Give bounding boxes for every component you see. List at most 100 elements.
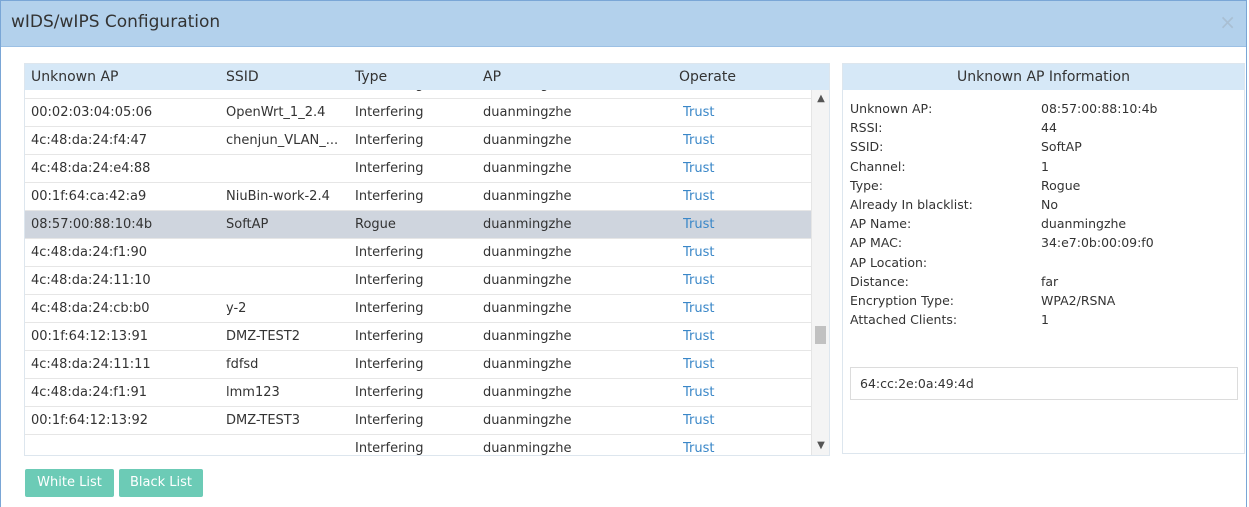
cell-unknown-ap: 4c:48:da:24:e4:88 — [31, 161, 151, 176]
cell-ap: duanmingzhe — [483, 217, 572, 232]
cell-unknown-ap: 00:02:03:04:05:06 — [31, 105, 153, 120]
table-row[interactable]: 00:1f:64:12:13:91 DMZ-TEST2 Interfering dua… — [25, 323, 811, 351]
cell-ssid: OpenWrt_1_2.4 — [226, 105, 326, 120]
cell-ssid: chenjun_VLAN_... — [226, 133, 339, 148]
trust-link[interactable]: Trust — [683, 413, 743, 428]
column-header-ap[interactable]: AP — [483, 69, 501, 85]
info-field-value: 44 — [1041, 120, 1057, 136]
table-row[interactable]: Interfering duanmingzhe Trust — [25, 435, 811, 455]
cell-ssid: y-2 — [226, 301, 247, 316]
cell-unknown-ap: 4c:48:da:24:e4:81 — [31, 90, 221, 92]
trust-link[interactable]: Trust — [683, 133, 743, 148]
cell-type: Interfering — [355, 245, 424, 260]
trust-link[interactable]: Trust — [683, 273, 743, 288]
table-row[interactable]: 4c:48:da:24:e4:88 Interfering duanmingzhe T… — [25, 155, 811, 183]
info-field: SSID: SoftAP — [850, 139, 1240, 159]
table-row[interactable]: 4c:48:da:24:f1:91 lmm123 Interfering duanmi… — [25, 379, 811, 407]
cell-unknown-ap: 4c:48:da:24:f1:91 — [31, 385, 148, 400]
info-field-label: AP Location: — [850, 254, 928, 270]
cell-ap: duanmingzhe — [483, 329, 572, 344]
column-header-ssid[interactable]: SSID — [226, 69, 259, 85]
cell-type: Interfering — [355, 329, 424, 344]
table-row[interactable]: 4c:48:da:24:f4:47 chenjun_VLAN_... Interfe… — [25, 127, 811, 155]
trust-link[interactable]: Trust — [683, 105, 743, 120]
info-field-label: Attached Clients: — [850, 312, 958, 328]
info-field-label: SSID: — [850, 139, 884, 155]
trust-link[interactable]: Trust — [683, 329, 743, 344]
table-header: Unknown AP SSID Type AP Operate — [25, 64, 829, 90]
cell-unknown-ap: 00:1f:64:ca:42:a9 — [31, 189, 147, 204]
info-panel-title: Unknown AP Information — [843, 64, 1244, 90]
cell-ssid: DMZ-TEST2 — [226, 329, 301, 344]
cell-type: Interfering — [355, 90, 475, 92]
info-field-value: 08:57:00:88:10:4b — [1041, 101, 1158, 116]
trust-link[interactable]: Trust — [683, 90, 743, 92]
cell-unknown-ap: 00:1f:64:12:13:92 — [31, 413, 148, 428]
cell-unknown-ap: 4c:48:da:24:f4:47 — [31, 133, 148, 148]
trust-link[interactable]: Trust — [683, 357, 743, 372]
scroll-down-icon[interactable]: ▼ — [815, 441, 827, 451]
attached-clients-list: 64:cc:2e:0a:49:4d — [850, 367, 1238, 400]
info-field: Attached Clients: 1 — [850, 312, 1240, 332]
scrollbar-thumb[interactable] — [815, 326, 826, 344]
table-row[interactable]: 00:02:03:04:05:06 OpenWrt_1_2.4 Interferin… — [25, 99, 811, 127]
info-field-value: 1 — [1041, 312, 1049, 328]
cell-ap: duanmingzhe — [483, 189, 572, 204]
table-row[interactable]: 4c:48:da:24:11:11 fdfsd Interfering duanmin… — [25, 351, 811, 379]
table-row[interactable]: 4c:48:da:24:cb:b0 y-2 Interfering duanmingz… — [25, 295, 811, 323]
cell-ap: duanmingzhe — [483, 385, 572, 400]
cell-unknown-ap: 08:57:00:88:10:4b — [31, 217, 153, 232]
trust-link[interactable]: Trust — [683, 245, 743, 260]
info-field-value: 34:e7:0b:00:09:f0 — [1041, 235, 1154, 251]
cell-ap: duanmingzhe — [483, 301, 572, 316]
info-field-label: Distance: — [850, 273, 909, 289]
info-field-value: No — [1041, 197, 1058, 212]
unknown-ap-info-panel: Unknown AP Information Unknown AP: 08:57:… — [842, 63, 1245, 454]
info-field-label: Channel: — [850, 158, 906, 174]
white-list-button[interactable]: White List — [25, 469, 114, 497]
close-icon[interactable]: × — [1219, 10, 1236, 34]
table-row[interactable]: 4c:48:da:24:e4:81 Interfering duanmingzhe T… — [25, 90, 811, 99]
table-row[interactable]: 4c:48:da:24:f1:90 Interfering duanmingzhe T… — [25, 239, 811, 267]
info-field-value: Rogue — [1041, 177, 1081, 193]
info-field: Channel: 1 — [850, 159, 1240, 179]
table-row[interactable]: 00:1f:64:12:13:92 DMZ-TEST3 Interfering dua… — [25, 407, 811, 435]
table-row[interactable]: 4c:48:da:24:11:10 Interfering duanmingzhe T… — [25, 267, 811, 295]
info-field-value: far — [1041, 273, 1059, 289]
cell-ap: duanmingzhe — [483, 245, 572, 260]
black-list-button[interactable]: Black List — [119, 469, 203, 497]
trust-link[interactable]: Trust — [683, 189, 743, 204]
cell-ssid: DMZ-TEST3 — [226, 413, 301, 428]
trust-link[interactable]: Trust — [683, 161, 743, 176]
info-field-value: 1 — [1041, 158, 1049, 174]
trust-link[interactable]: Trust — [683, 217, 743, 232]
cell-type: Interfering — [355, 301, 424, 316]
trust-link[interactable]: Trust — [683, 441, 743, 455]
column-header-unknown-ap[interactable]: Unknown AP — [31, 69, 118, 85]
scroll-up-icon[interactable]: ▲ — [815, 94, 827, 104]
info-field: Type: Rogue — [850, 178, 1240, 198]
trust-link[interactable]: Trust — [683, 301, 743, 316]
cell-type: Interfering — [355, 441, 424, 455]
info-field: AP MAC: 34:e7:0b:00:09:f0 — [850, 235, 1240, 255]
info-field-label: Encryption Type: — [850, 293, 955, 308]
cell-ap: duanmingzhe — [483, 413, 572, 428]
cell-ap: duanmingzhe — [483, 357, 572, 372]
info-field-label: RSSI: — [850, 120, 883, 136]
trust-link[interactable]: Trust — [683, 385, 743, 400]
table-row[interactable]: 08:57:00:88:10:4b SoftAP Rogue duanmingzhe T… — [25, 211, 811, 239]
cell-ssid: lmm123 — [226, 385, 280, 400]
table-row[interactable]: 00:1f:64:ca:42:a9 NiuBin-work-2.4 Interfer… — [25, 183, 811, 211]
cell-ap: duanmingzhe — [483, 161, 572, 176]
column-header-type[interactable]: Type — [355, 69, 387, 85]
unknown-ap-table: Unknown AP SSID Type AP Operate 4c:48:da… — [24, 63, 830, 456]
info-field-value: SoftAP — [1041, 139, 1082, 155]
cell-type: Rogue — [355, 217, 396, 232]
cell-unknown-ap: 4c:48:da:24:cb:b0 — [31, 301, 150, 316]
info-field-value: WPA2/RSNA — [1041, 293, 1116, 308]
dialog-header: wIDS/wIPS Configuration × — [1, 1, 1246, 47]
info-field: AP Name: duanmingzhe — [850, 216, 1240, 236]
table-scrollbar[interactable]: ▲ ▼ — [811, 90, 829, 455]
cell-unknown-ap: 00:1f:64:12:13:91 — [31, 329, 148, 344]
cell-ap: duanmingzhe — [483, 441, 572, 455]
